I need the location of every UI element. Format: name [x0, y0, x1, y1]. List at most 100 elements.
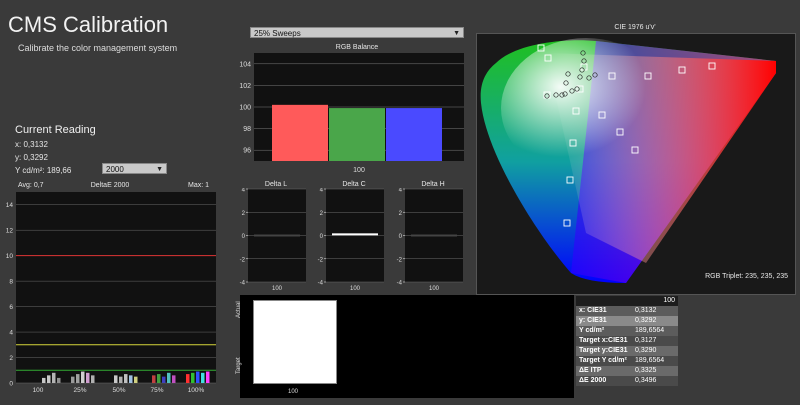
y-tick-label: 2	[9, 355, 13, 362]
cie-white-region	[501, 38, 671, 178]
rgb-bar-b	[386, 108, 442, 161]
deltae-max: Max: 1	[188, 182, 210, 189]
info-row-value: 0,3292	[635, 317, 657, 324]
deltae-bar	[157, 374, 161, 383]
x-tick-label: 50%	[112, 387, 125, 394]
deltae-bar	[52, 372, 56, 383]
info-table-row: x: CIE31 0,3132	[576, 306, 678, 316]
info-row-label: Y cd/m²	[579, 327, 605, 334]
x-tick-label: 100	[33, 387, 44, 394]
swatch-xlabel: 100	[288, 389, 299, 395]
deltae-bar	[162, 376, 166, 383]
deltae-bar	[114, 375, 118, 383]
info-row-value: 189,6564	[635, 327, 665, 334]
info-table-row: ΔE ITP 0,3325	[576, 366, 678, 376]
y-tick-label: 4	[9, 330, 13, 337]
swatch-target-label: Target	[236, 357, 242, 374]
y-tick-label: -4	[397, 281, 403, 287]
reading-luminance: Y cd/m²: 189,66	[15, 166, 72, 175]
info-table-row: Target y:CIE31 0,3290	[576, 346, 678, 356]
y-tick-label: -2	[397, 257, 403, 263]
deltae-bar	[119, 376, 123, 383]
y-tick-label: 10	[6, 253, 14, 260]
y-tick-label: 104	[239, 61, 251, 68]
y-tick-label: 0	[320, 234, 324, 240]
y-tick-label: 4	[242, 188, 246, 194]
info-row-value: 0,3290	[635, 347, 657, 354]
chevron-down-icon: ▼	[156, 166, 163, 173]
info-row-value: 0,3127	[635, 337, 657, 344]
reading-dropdown-value: 2000	[106, 165, 124, 174]
reading-x: x: 0,3132	[15, 140, 48, 149]
deltae-bar	[134, 376, 138, 383]
info-row-value: 0,3325	[635, 367, 657, 374]
chevron-down-icon: ▼	[453, 30, 460, 37]
y-tick-label: 8	[9, 279, 13, 286]
y-tick-label: 14	[6, 202, 14, 209]
delta-value-bar	[411, 234, 457, 237]
sweeps-dropdown[interactable]: 25% Sweeps ▼	[250, 27, 464, 38]
info-row-label: y: CIE31	[579, 317, 607, 324]
deltae-bar	[42, 377, 46, 383]
y-tick-label: 102	[239, 83, 251, 90]
delta-panel-chart-1: 4 2 0 -2 -4 100	[318, 188, 384, 292]
y-tick-label: -2	[318, 257, 324, 263]
reading-y: y: 0,3292	[15, 153, 48, 162]
delta-panel-chart-0: 4 2 0 -2 -4 100	[240, 188, 306, 292]
deltae-bar	[196, 371, 200, 383]
info-row-label: Target Y cd/m²	[579, 357, 627, 364]
deltae-bar	[86, 372, 90, 383]
delta-panel-xlabel: 100	[429, 286, 440, 292]
info-row-value: 0,3496	[635, 377, 657, 384]
x-tick-label: 75%	[150, 387, 163, 394]
deltae-avg: Avg: 0,7	[18, 182, 44, 189]
rgb-balance-title: RGB Balance	[335, 44, 379, 51]
deltae-bar	[57, 377, 61, 383]
deltae-bar	[186, 374, 190, 383]
y-tick-label: 0	[242, 234, 246, 240]
cie-rgb-triplet: RGB Triplet: 235, 235, 235	[705, 273, 788, 280]
y-tick-label: -4	[240, 281, 246, 287]
y-tick-label: 0	[9, 381, 13, 388]
cie-diagram: RGB Triplet: 235, 235, 235	[480, 38, 788, 283]
reading-dropdown[interactable]: 2000 ▼	[102, 163, 167, 174]
info-table-row: Target Y cd/m² 189,6564	[576, 356, 678, 366]
current-reading-title: Current Reading	[15, 124, 96, 136]
color-swatch	[253, 300, 337, 384]
y-tick-label: 100	[239, 105, 251, 112]
y-tick-label: 2	[320, 211, 324, 217]
y-tick-label: 96	[243, 148, 251, 155]
y-tick-label: -2	[240, 257, 246, 263]
deltae-bar	[124, 374, 128, 383]
delta-value-bar	[332, 233, 378, 236]
deltae-bar	[71, 376, 75, 383]
delta-value-bar	[254, 234, 300, 237]
info-row-label: x: CIE31	[579, 307, 607, 314]
page-title: CMS Calibration	[8, 12, 169, 37]
info-table-row: y: CIE31 0,3292	[576, 316, 678, 326]
deltae-title: DeltaE 2000	[90, 182, 130, 189]
deltae-bar	[152, 375, 156, 383]
info-row-label: ΔE 2000	[579, 377, 607, 384]
deltae-bar	[191, 372, 195, 383]
y-tick-label: 2	[399, 211, 403, 217]
x-tick-label: 25%	[73, 387, 86, 394]
info-table-row: Target x:CIE31 0,3127	[576, 336, 678, 346]
y-tick-label: 4	[320, 188, 324, 194]
deltae-bar	[81, 371, 85, 383]
info-row-value: 189,6564	[635, 357, 665, 364]
y-tick-label: 98	[243, 126, 251, 133]
y-tick-label: 12	[6, 228, 14, 235]
y-tick-label: 6	[9, 304, 13, 311]
info-row-label: Target y:CIE31	[579, 347, 628, 354]
y-tick-label: 4	[399, 188, 403, 194]
y-tick-label: 2	[242, 211, 246, 217]
info-table-row: ΔE 2000 0,3496	[576, 376, 678, 386]
info-row-label: Target x:CIE31	[579, 337, 628, 344]
sweeps-dropdown-value: 25% Sweeps	[254, 29, 301, 38]
deltae-bar	[167, 372, 171, 383]
info-row-label: ΔE ITP	[579, 367, 602, 374]
delta-panel-xlabel: 100	[350, 286, 361, 292]
cie-title: CIE 1976 u'v'	[614, 24, 656, 31]
rgb-bar-r	[272, 104, 328, 161]
